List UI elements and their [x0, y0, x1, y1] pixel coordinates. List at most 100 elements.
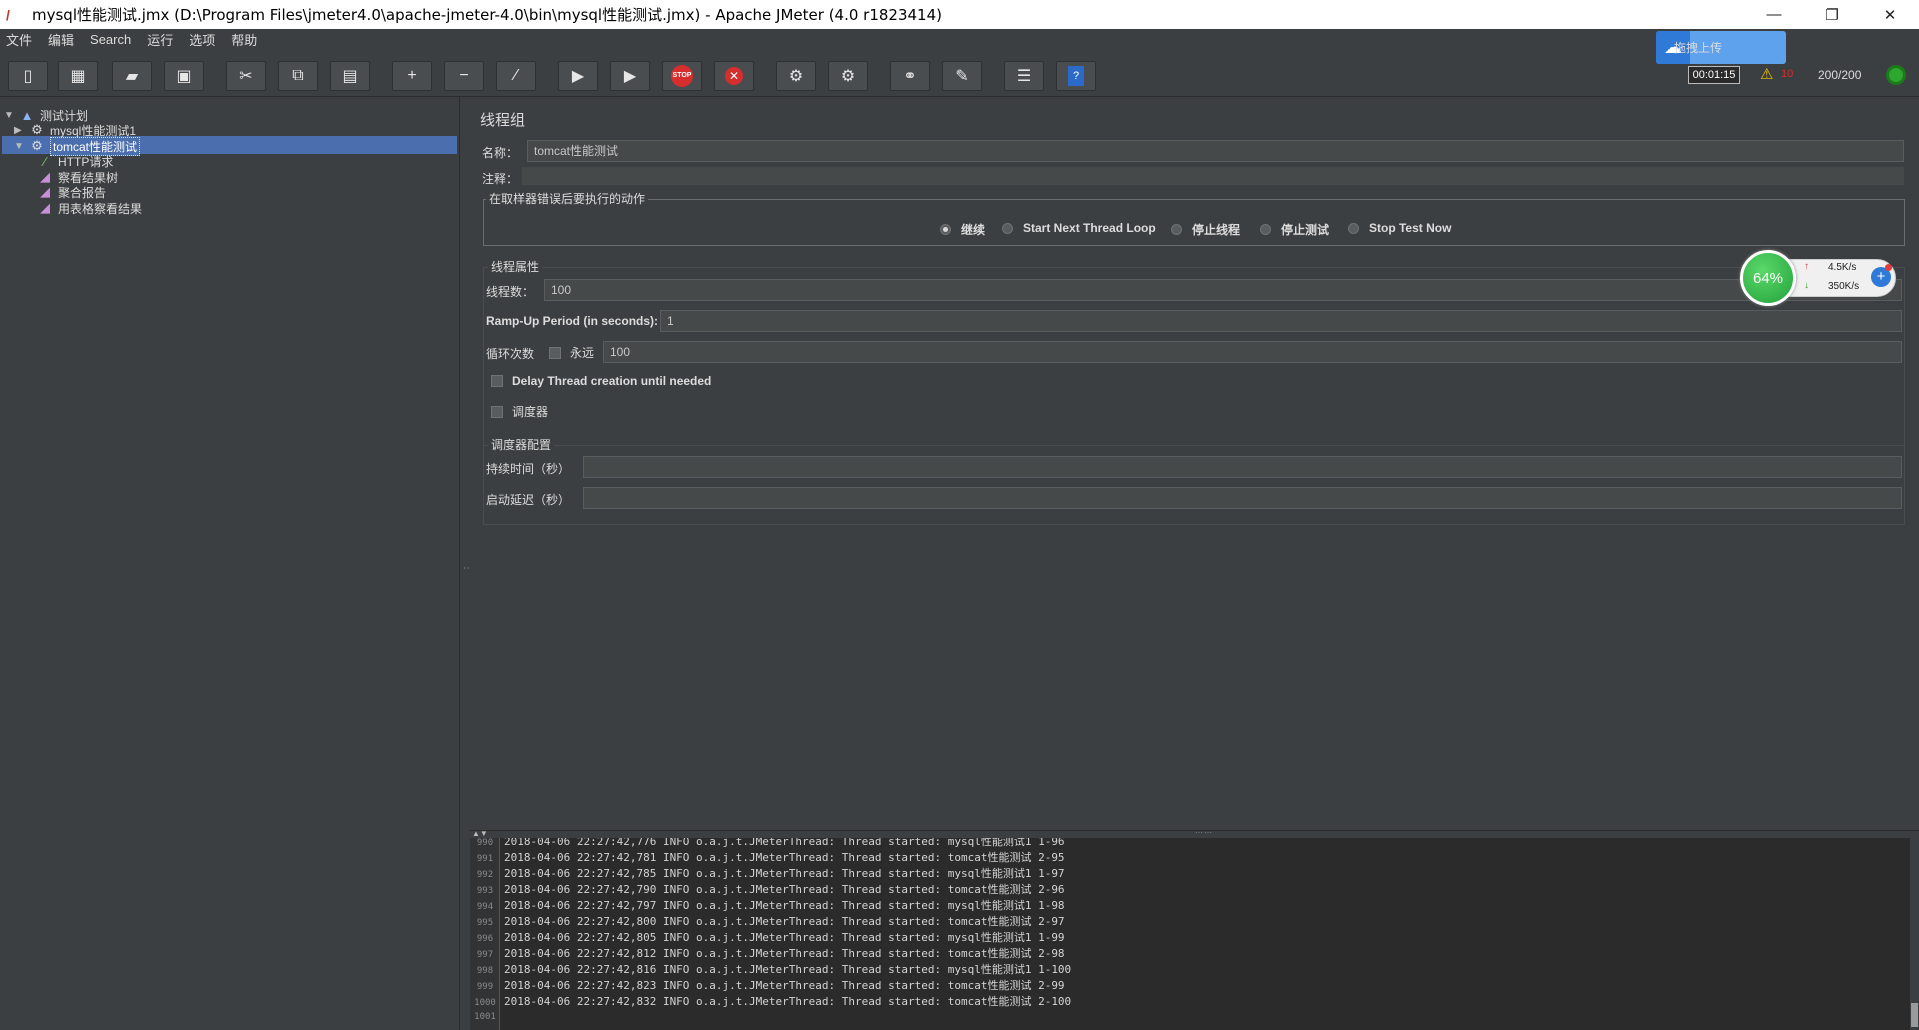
tree-node-view-results-table[interactable]: ◢ 用表格察看结果	[36, 199, 142, 217]
menu-file[interactable]: 文件	[6, 30, 32, 49]
radio-dot	[1171, 224, 1182, 235]
active-threads: 200/200	[1818, 68, 1862, 82]
notification-dot	[1885, 264, 1892, 271]
warning-icon[interactable]: ⚠	[1760, 65, 1773, 83]
scheduler-config-title: 调度器配置	[488, 436, 555, 453]
log-line: 999 2018-04-06 22:27:42,823 INFO o.a.j.t.…	[476, 979, 1065, 992]
expand-icon[interactable]: +	[392, 61, 432, 91]
test-plan-tree: ▼ ▲ 测试计划 ▶ ⚙ mysql性能测试1 ▼ ⚙ tomcat性能测试 ⁄…	[0, 97, 460, 1030]
log-line: 993 2018-04-06 22:27:42,790 INFO o.a.j.t.…	[476, 883, 1065, 896]
collapse-icon[interactable]: −	[444, 61, 484, 91]
menu-options[interactable]: 选项	[189, 30, 215, 49]
scheduler-checkbox[interactable]: 调度器	[491, 403, 548, 420]
checkbox-box	[491, 405, 503, 418]
start-no-pauses-icon[interactable]: ▶	[610, 61, 650, 91]
log-line: 995 2018-04-06 22:27:42,800 INFO o.a.j.t.…	[476, 915, 1065, 928]
collapse-arrow-icon[interactable]: ▶	[14, 125, 28, 136]
radio-stop-test-now[interactable]: Stop Test Now	[1348, 221, 1451, 235]
open-icon[interactable]: ▰	[112, 61, 152, 91]
name-label: 名称：	[482, 146, 519, 160]
cut-icon[interactable]: ✂	[226, 61, 266, 91]
rampup-field[interactable]: 1	[660, 310, 1902, 332]
name-field[interactable]: tomcat性能测试	[527, 140, 1904, 162]
elapsed-timer: 00:01:15	[1688, 66, 1740, 84]
menu-edit[interactable]: 编辑	[48, 30, 74, 49]
threads-label: 线程数：	[486, 285, 535, 299]
help-icon[interactable]: ?	[1056, 61, 1096, 91]
duration-field[interactable]	[583, 456, 1902, 478]
expand-arrow-icon[interactable]: ▼	[4, 110, 18, 121]
duration-label: 持续时间（秒）	[486, 462, 571, 476]
function-helper-icon[interactable]: ☰	[1004, 61, 1044, 91]
download-arrow-icon: ↓	[1804, 280, 1809, 291]
log-scrollbar[interactable]	[1910, 838, 1919, 1030]
threads-field[interactable]: 100	[544, 279, 1902, 301]
log-line: 1000 2018-04-06 22:27:42,832 INFO o.a.j.t…	[474, 995, 1072, 1008]
upload-arrow-icon: ↑	[1804, 261, 1809, 272]
startup-delay-field[interactable]	[583, 487, 1902, 509]
log-panel-divider[interactable]: ▲▼ ⋯⋯	[470, 828, 1919, 838]
thread-group-editor: 线程组 名称： tomcat性能测试 注释： 在取样器错误后要执行的动作 继续 …	[470, 97, 1919, 830]
radio-start-next-thread-loop[interactable]: Start Next Thread Loop	[1002, 221, 1156, 235]
window-title: mysql性能测试.jmx (D:\Program Files\jmeter4.…	[32, 6, 942, 24]
toggle-icon[interactable]: ⁄	[496, 61, 536, 91]
comment-field[interactable]	[522, 167, 1904, 185]
radio-dot	[940, 224, 951, 235]
new-icon[interactable]: ▯	[8, 61, 48, 91]
radio-dot	[1260, 224, 1271, 235]
log-line: 1001	[474, 1012, 496, 1022]
download-speed: 350K/s	[1828, 281, 1860, 292]
copy-icon[interactable]: ⧉	[278, 61, 318, 91]
divider-collapse-arrows-icon[interactable]: ▲▼	[472, 829, 488, 838]
forever-checkbox[interactable]: 永远	[549, 344, 594, 361]
log-line: 997 2018-04-06 22:27:42,812 INFO o.a.j.t.…	[476, 947, 1065, 960]
listener-chart-icon: ◢	[40, 184, 50, 199]
menu-bar: 文件 编辑 Search 运行 选项 帮助	[0, 29, 1919, 50]
log-viewer[interactable]: 990 2018-04-06 22:27:42,776 INFO o.a.j.t.…	[470, 838, 1910, 1030]
menu-help[interactable]: 帮助	[231, 30, 257, 49]
log-line: 994 2018-04-06 22:27:42,797 INFO o.a.j.t.…	[476, 899, 1065, 912]
loop-count-label: 循环次数	[486, 347, 535, 361]
loop-count-field[interactable]: 100	[603, 341, 1902, 363]
delay-thread-creation-checkbox[interactable]: Delay Thread creation until needed	[491, 374, 711, 388]
menu-run[interactable]: 运行	[147, 30, 173, 49]
reset-search-icon[interactable]: ✎	[942, 61, 982, 91]
baidu-upload-button[interactable]: ☁ 拖拽上传	[1656, 31, 1786, 64]
restore-button[interactable]: ❐	[1803, 0, 1861, 29]
templates-icon[interactable]: ▦	[58, 61, 98, 91]
search-icon[interactable]: ⚭	[890, 61, 930, 91]
memory-gauge[interactable]: 64%	[1740, 250, 1796, 306]
panel-title: 线程组	[480, 112, 526, 129]
divider-grip-icon[interactable]: ⋯⋯	[1195, 828, 1213, 837]
running-status-icon	[1886, 65, 1906, 85]
thread-group-gear-icon: ⚙	[31, 122, 43, 137]
log-line: 998 2018-04-06 22:27:42,816 INFO o.a.j.t.…	[476, 963, 1072, 976]
log-line: 996 2018-04-06 22:27:42,805 INFO o.a.j.t.…	[476, 931, 1065, 944]
toolbar: ▯ ▦ ▰ ▣ ✂ ⧉ ▤ + − ⁄ ▶ ▶ STOP ✕ ⚙ ⚙ ⚭ ✎ ☰…	[0, 50, 1919, 97]
minimize-button[interactable]: —	[1745, 0, 1803, 29]
menu-search[interactable]: Search	[90, 32, 131, 47]
radio-stop-thread[interactable]: 停止线程	[1171, 221, 1240, 238]
log-scrollbar-thumb[interactable]	[1911, 1003, 1918, 1027]
stop-icon[interactable]: STOP	[662, 61, 702, 91]
shutdown-icon[interactable]: ✕	[714, 61, 754, 91]
panel-splitter[interactable]: ⋮	[460, 97, 473, 1030]
network-speed-widget[interactable]: ↑ 4.5K/s ↓ 350K/s 64% +	[1740, 250, 1898, 306]
expand-arrow-icon[interactable]: ▼	[14, 141, 28, 152]
clear-icon[interactable]: ⚙	[776, 61, 816, 91]
thread-properties-title: 线程属性	[488, 258, 543, 275]
error-action-title: 在取样器错误后要执行的动作	[486, 190, 649, 207]
stop-label: STOP	[671, 65, 693, 87]
save-icon[interactable]: ▣	[164, 61, 204, 91]
radio-stop-test[interactable]: 停止测试	[1260, 221, 1329, 238]
listener-chart-icon: ◢	[40, 200, 50, 215]
close-button[interactable]: ✕	[1861, 0, 1919, 29]
radio-dot	[1002, 222, 1013, 234]
start-icon[interactable]: ▶	[558, 61, 598, 91]
checkbox-box	[549, 346, 561, 359]
log-line: 992 2018-04-06 22:27:42,785 INFO o.a.j.t.…	[476, 867, 1065, 880]
paste-icon[interactable]: ▤	[330, 61, 370, 91]
radio-continue[interactable]: 继续	[940, 221, 985, 238]
clear-all-icon[interactable]: ⚙	[828, 61, 868, 91]
log-line: 990 2018-04-06 22:27:42,776 INFO o.a.j.t.…	[476, 838, 1065, 848]
